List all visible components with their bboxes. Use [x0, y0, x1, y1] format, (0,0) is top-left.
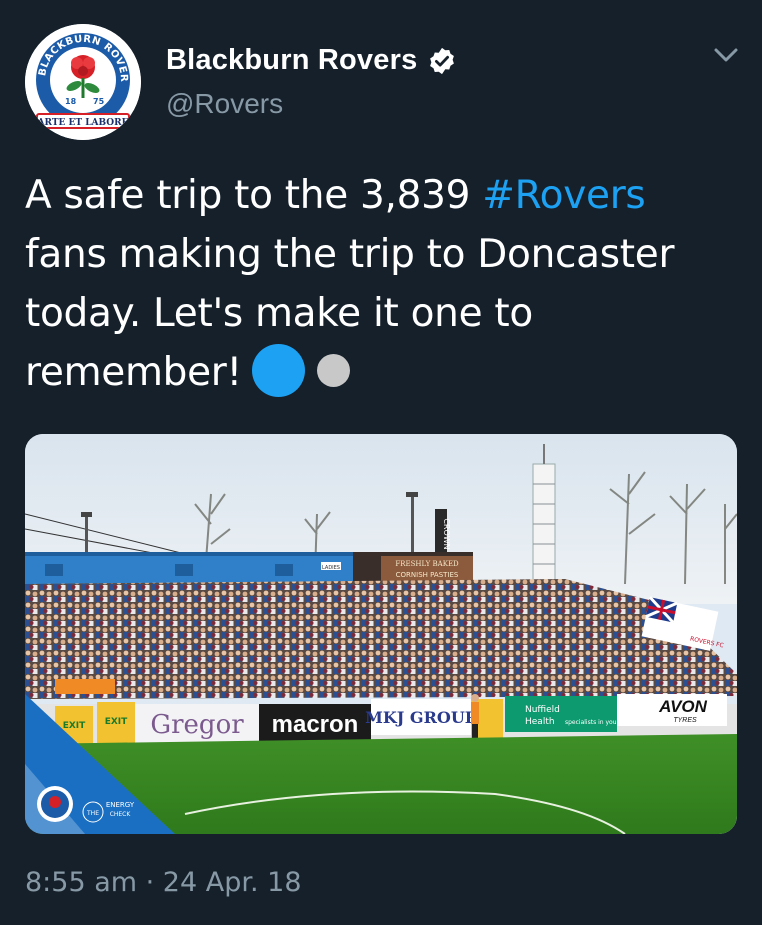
svg-text:AVON: AVON: [658, 697, 708, 716]
stadium-photo: CROWN LADIES FRESHLY BAKED CORNISH PASTI…: [25, 434, 737, 834]
verified-badge-icon: [430, 47, 455, 74]
svg-text:TYRES: TYRES: [673, 717, 697, 724]
hashtag-link[interactable]: #Rovers: [482, 173, 646, 218]
svg-text:specialists in you: specialists in you: [565, 719, 617, 726]
display-name[interactable]: Blackburn Rovers: [166, 44, 417, 77]
blue-circle-emoji: [251, 344, 305, 397]
avatar[interactable]: BLACKBURN ROVERS F.C. 18 75 ARTE ET LABO…: [25, 24, 141, 140]
club-crest-icon: BLACKBURN ROVERS F.C. 18 75 ARTE ET LABO…: [25, 24, 141, 140]
svg-text:Gregor: Gregor: [150, 710, 244, 740]
svg-text:CHECK: CHECK: [110, 811, 132, 818]
svg-text:LADIES: LADIES: [322, 565, 340, 571]
svg-text:Health: Health: [525, 717, 555, 727]
svg-text:CORNISH PASTIES: CORNISH PASTIES: [396, 571, 459, 579]
svg-text:MKJ GROUP: MKJ GROUP: [365, 708, 477, 727]
svg-text:EXIT: EXIT: [105, 717, 128, 727]
tweet-text-segment: A safe trip to the 3,839: [25, 173, 483, 218]
tweet-text-line: A safe trip to the 3,839 #Rovers: [25, 166, 735, 225]
tweet-card: BLACKBURN ROVERS F.C. 18 75 ARTE ET LABO…: [0, 0, 762, 925]
svg-text:75: 75: [93, 97, 105, 106]
svg-text:FRESHLY BAKED: FRESHLY BAKED: [395, 560, 459, 568]
svg-text:18: 18: [65, 97, 77, 106]
tweet-timestamp[interactable]: 8:55 am · 24 Apr. 18: [25, 867, 302, 898]
svg-text:THE: THE: [86, 810, 99, 817]
author-name-row: Blackburn Rovers: [166, 44, 457, 77]
svg-text:Nuffield: Nuffield: [525, 705, 560, 715]
svg-text:EXIT: EXIT: [63, 721, 86, 731]
white-circle-emoji: [316, 354, 350, 387]
tweet-text-line: remember!: [25, 343, 735, 402]
svg-text:CROWN: CROWN: [442, 518, 451, 549]
tweet-photo[interactable]: CROWN LADIES FRESHLY BAKED CORNISH PASTI…: [25, 434, 737, 834]
svg-text:ARTE ET LABORE: ARTE ET LABORE: [37, 118, 129, 128]
svg-text:macron: macron: [272, 711, 359, 738]
tweet-text-line: today. Let's make it one to: [25, 291, 533, 336]
chevron-down-icon[interactable]: [710, 42, 742, 68]
author-handle[interactable]: @Rovers: [166, 88, 283, 120]
tweet-text-segment: remember!: [25, 350, 242, 395]
svg-text:ENERGY: ENERGY: [106, 801, 135, 809]
tweet-text-line: fans making the trip to Doncaster: [25, 232, 675, 277]
tweet-text: A safe trip to the 3,839 #Rovers fans ma…: [25, 166, 735, 402]
